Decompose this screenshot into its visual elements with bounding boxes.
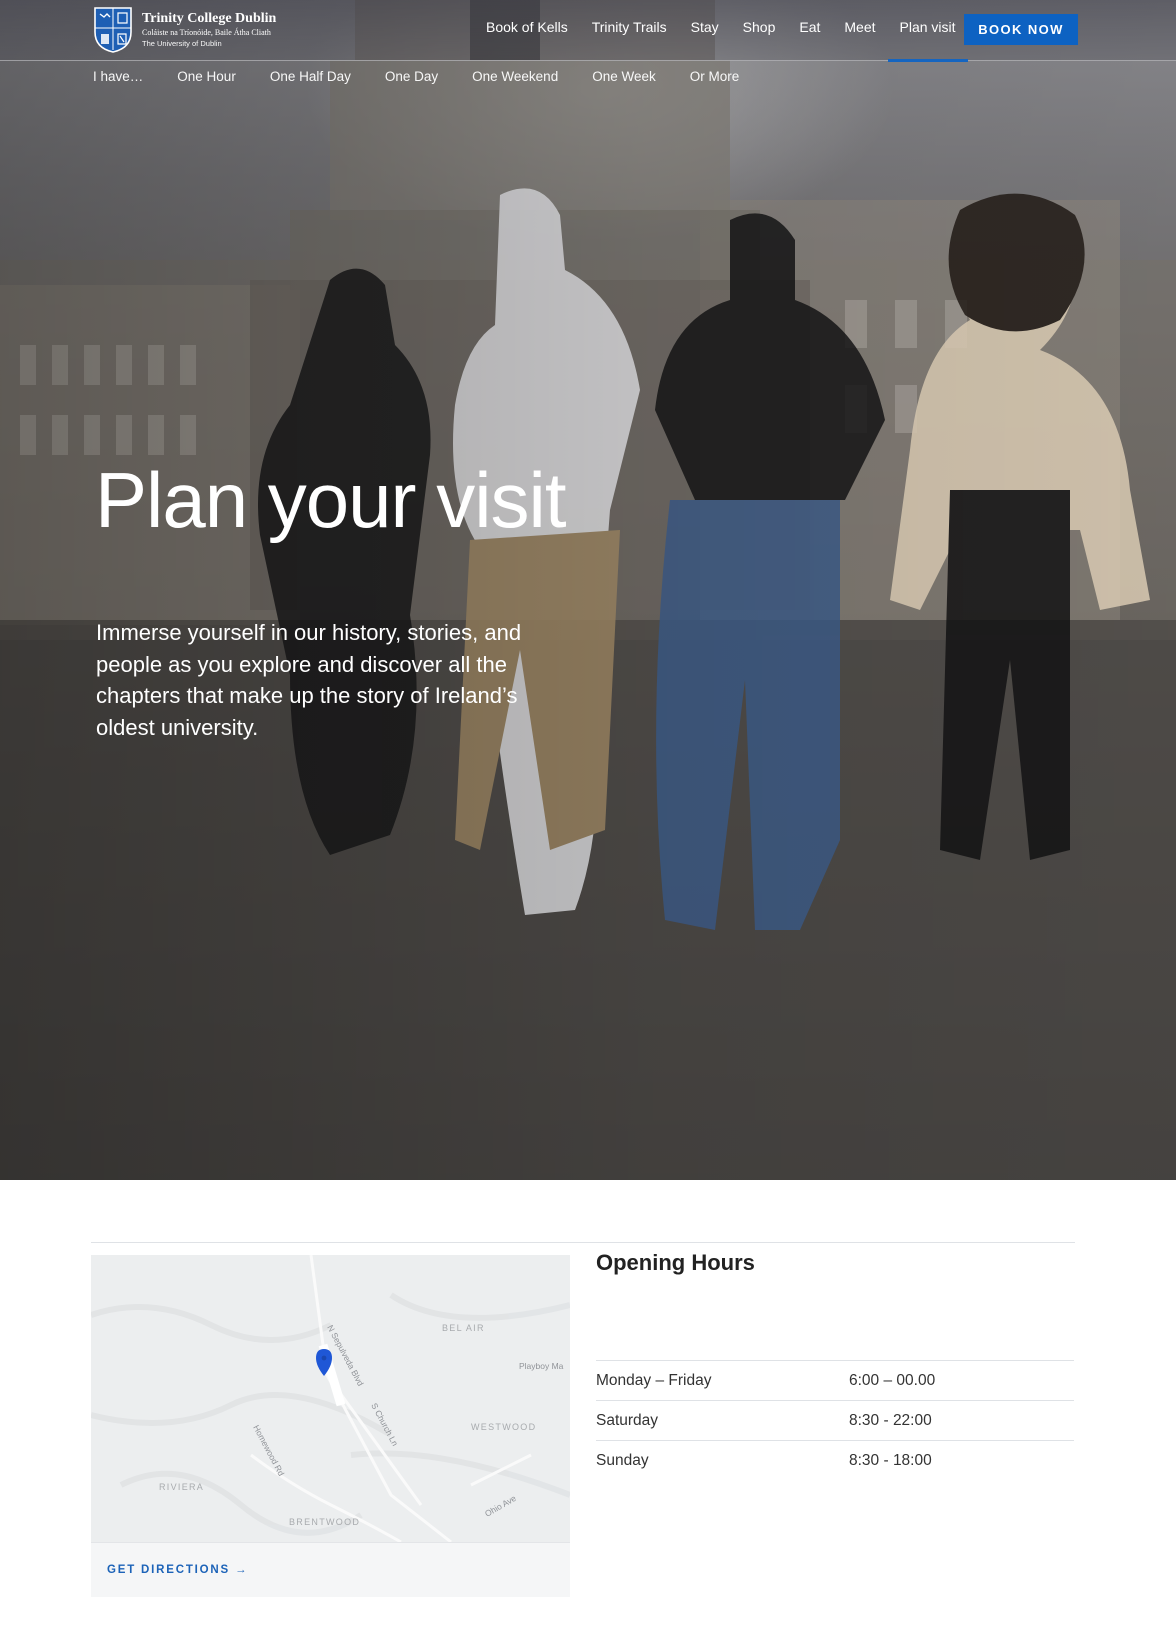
site-logo[interactable]: Trinity College Dublin Coláiste na Tríon… bbox=[93, 6, 276, 54]
map-label-brentwood: BRENTWOOD bbox=[289, 1517, 360, 1527]
subnav-or-more[interactable]: Or More bbox=[690, 66, 740, 88]
subnav-one-day[interactable]: One Day bbox=[385, 66, 438, 88]
hours-day: Sunday bbox=[596, 1451, 649, 1469]
location-card: BEL AIR WESTWOOD RIVIERA BRENTWOOD N Sep… bbox=[91, 1255, 570, 1597]
subnav-lead-label: I have… bbox=[93, 69, 144, 84]
top-navigation-bar: Trinity College Dublin Coláiste na Tríon… bbox=[0, 0, 1176, 62]
nav-trinity-trails[interactable]: Trinity Trails bbox=[580, 0, 679, 61]
nav-meet[interactable]: Meet bbox=[832, 0, 887, 61]
subnav-one-hour[interactable]: One Hour bbox=[177, 66, 236, 88]
hours-day: Saturday bbox=[596, 1411, 659, 1429]
duration-subnav: I have… One Hour One Half Day One Day On… bbox=[93, 66, 773, 88]
map-canvas: BEL AIR WESTWOOD RIVIERA BRENTWOOD N Sep… bbox=[91, 1255, 570, 1542]
opening-hours-table: Monday – Friday 6:00 – 00.00 Saturday 8:… bbox=[596, 1360, 1074, 1480]
location-map[interactable]: BEL AIR WESTWOOD RIVIERA BRENTWOOD N Sep… bbox=[91, 1255, 570, 1542]
subnav-one-week[interactable]: One Week bbox=[592, 66, 656, 88]
subnav-one-weekend[interactable]: One Weekend bbox=[472, 66, 558, 88]
book-now-button[interactable]: BOOK NOW bbox=[964, 14, 1078, 45]
hero-overlay bbox=[0, 0, 1176, 1180]
hours-time: 8:30 - 18:00 bbox=[849, 1451, 932, 1469]
university-crest-icon bbox=[94, 7, 132, 53]
map-label-westwood: WESTWOOD bbox=[471, 1422, 536, 1432]
nav-eat[interactable]: Eat bbox=[787, 0, 832, 61]
map-label-playboy: Playboy Ma bbox=[519, 1361, 564, 1371]
logo-english-subtitle: The University of Dublin bbox=[142, 39, 222, 48]
subnav-one-half-day[interactable]: One Half Day bbox=[270, 66, 351, 88]
nav-book-of-kells[interactable]: Book of Kells bbox=[474, 0, 580, 61]
logo-irish-subtitle: Coláiste na Tríonóide, Baile Átha Cliath bbox=[142, 28, 271, 37]
opening-hours-title: Opening Hours bbox=[596, 1250, 755, 1275]
main-nav: Book of Kells Trinity Trails Stay Shop E… bbox=[474, 0, 968, 62]
table-row: Sunday 8:30 - 18:00 bbox=[596, 1440, 1074, 1480]
map-label-bel-air: BEL AIR bbox=[442, 1323, 485, 1333]
section-divider bbox=[91, 1242, 1075, 1243]
nav-stay[interactable]: Stay bbox=[679, 0, 731, 61]
hours-time: 8:30 - 22:00 bbox=[849, 1411, 932, 1429]
hero-section: Trinity College Dublin Coláiste na Tríon… bbox=[0, 0, 1176, 1180]
table-row: Saturday 8:30 - 22:00 bbox=[596, 1400, 1074, 1440]
nav-shop[interactable]: Shop bbox=[731, 0, 788, 61]
hours-day: Monday – Friday bbox=[596, 1371, 712, 1389]
hero-description: Immerse yourself in our history, stories… bbox=[96, 620, 522, 740]
map-footer: GET DIRECTIONS → bbox=[91, 1542, 570, 1597]
map-label-riviera: RIVIERA bbox=[159, 1482, 204, 1492]
get-directions-link[interactable]: GET DIRECTIONS → bbox=[107, 1564, 248, 1576]
hero-title: Plan your visit bbox=[95, 456, 567, 544]
hours-time: 6:00 – 00.00 bbox=[849, 1371, 936, 1389]
logo-title: Trinity College Dublin bbox=[142, 11, 277, 26]
table-row: Monday – Friday 6:00 – 00.00 bbox=[596, 1360, 1074, 1400]
nav-plan-visit[interactable]: Plan visit bbox=[887, 0, 968, 62]
